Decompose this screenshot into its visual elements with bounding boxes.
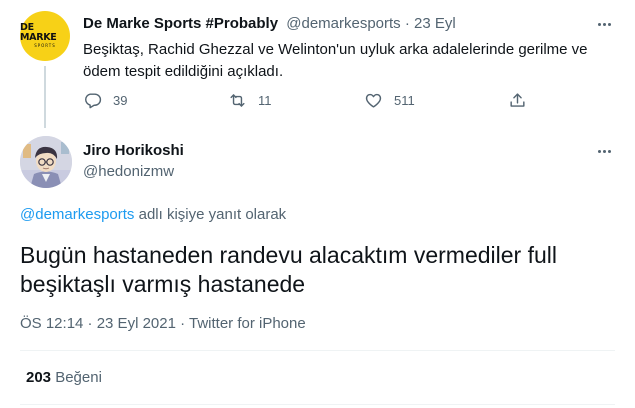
- parent-date[interactable]: 23 Eyl: [414, 15, 456, 32]
- like-count: 511: [394, 93, 415, 108]
- parent-tweet-text: Beşiktaş, Rachid Ghezzal ve Welinton'un …: [83, 41, 588, 80]
- reply-handle[interactable]: @hedonizmw: [83, 162, 174, 182]
- reply-count: 39: [113, 93, 128, 108]
- like-button[interactable]: 511: [364, 91, 415, 110]
- reply-tweet-text: Bugün hastaneden randevu alacaktım verme…: [20, 242, 557, 297]
- parent-tweet[interactable]: DE MARKE SPORTS De Marke Sports #Probabl…: [0, 0, 635, 128]
- avatar-logo-subtext: SPORTS: [34, 43, 56, 48]
- replying-to-line: @demarkesports adlı kişiye yanıt olarak: [20, 205, 286, 225]
- header-separator: ·: [400, 15, 415, 32]
- reply-icon: [85, 93, 102, 109]
- jiro-avatar[interactable]: [20, 136, 72, 188]
- reply-display-name[interactable]: Jiro Horikoshi: [83, 141, 184, 161]
- parent-tweet-header: De Marke Sports #Probably @demarkesports…: [83, 14, 456, 34]
- retweet-icon: [230, 94, 245, 107]
- replying-to-text: adlı kişiye yanıt olarak: [134, 206, 287, 223]
- tweet-timestamp[interactable]: ÖS 12:14 · 23 Eyl 2021 · Twitter for iPh…: [20, 314, 306, 334]
- heart-icon: [365, 93, 382, 108]
- divider: [20, 350, 615, 351]
- parent-tweet-actions: 39 11 511: [83, 91, 543, 113]
- share-button[interactable]: [508, 91, 527, 110]
- likes-label: Beğeni: [55, 369, 102, 386]
- thread-line: [44, 66, 46, 128]
- retweet-count: 11: [258, 93, 272, 108]
- demarke-avatar[interactable]: DE MARKE SPORTS: [20, 11, 70, 61]
- replying-mention-link[interactable]: @demarkesports: [20, 206, 134, 223]
- likes-count: 203: [26, 369, 52, 386]
- parent-display-name[interactable]: De Marke Sports #Probably: [83, 15, 278, 32]
- more-options-icon[interactable]: [594, 17, 614, 31]
- divider: [20, 404, 615, 405]
- parent-handle[interactable]: @demarkesports: [286, 15, 400, 32]
- likes-stat[interactable]: 203 Beğeni: [26, 368, 102, 388]
- anime-character-avatar-icon: [20, 136, 72, 188]
- reply-button[interactable]: 39: [83, 91, 127, 110]
- retweet-button[interactable]: 11: [228, 91, 272, 110]
- more-options-icon[interactable]: [594, 144, 614, 158]
- share-icon: [510, 93, 525, 107]
- avatar-logo-text: DE MARKE: [20, 22, 57, 43]
